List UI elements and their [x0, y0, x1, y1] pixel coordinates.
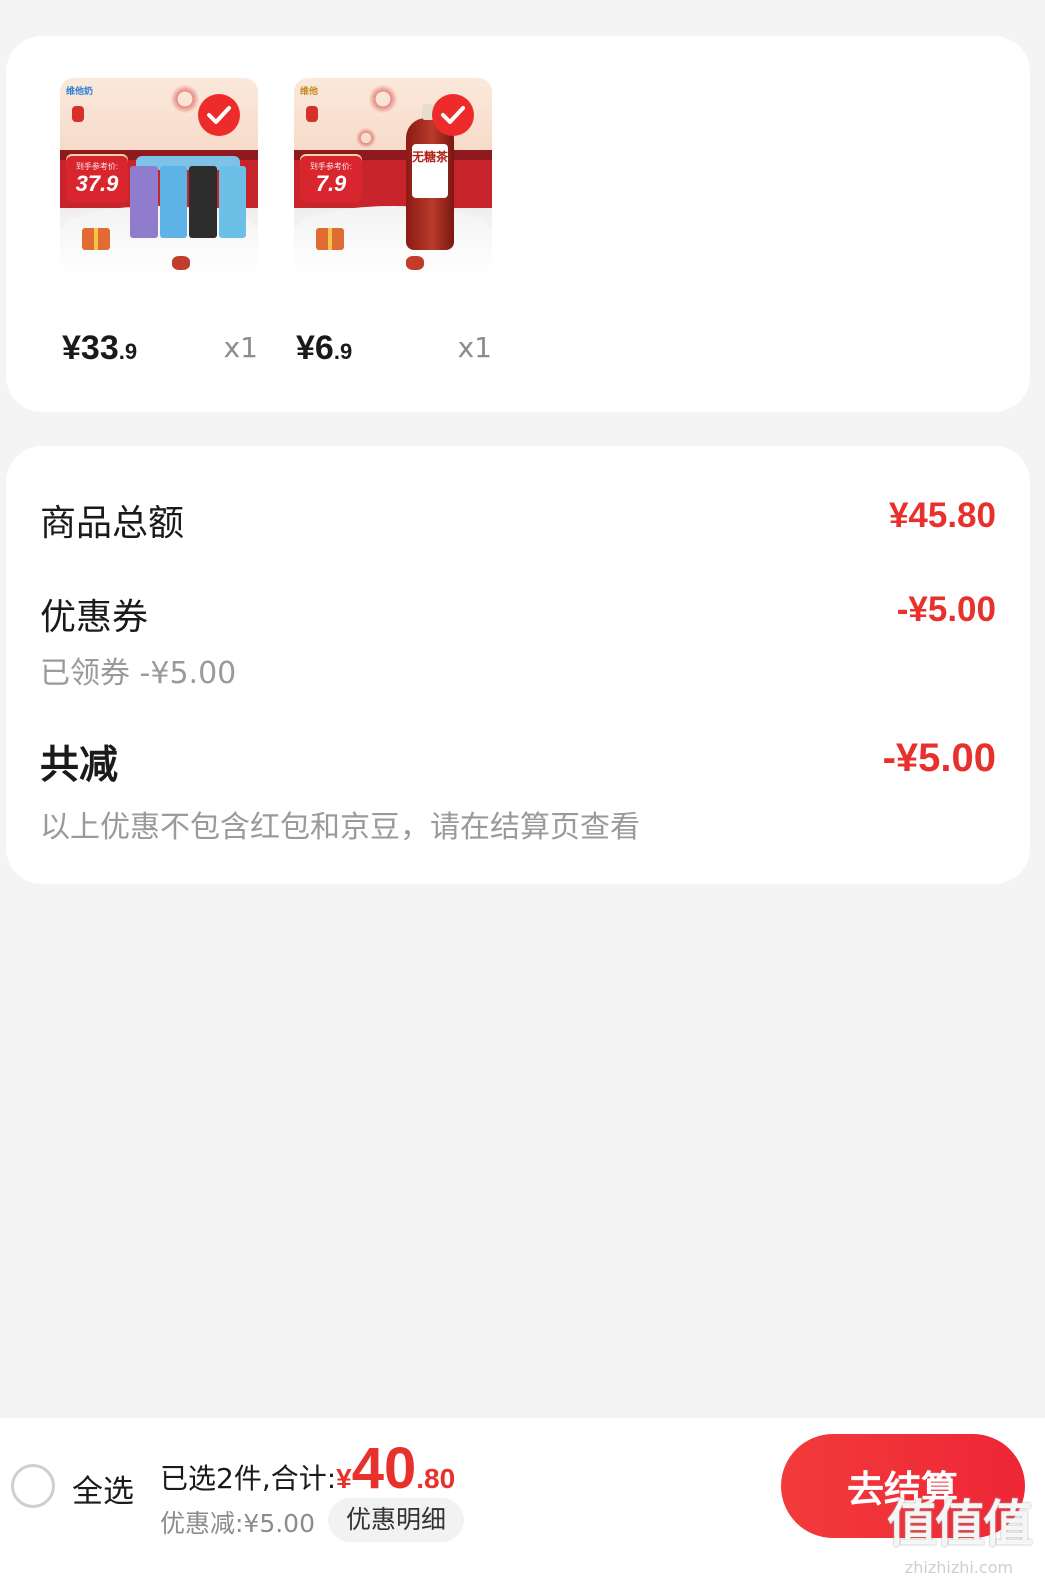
milk-box	[159, 166, 187, 238]
firework-icon	[354, 126, 378, 150]
watermark-logo: 值值值	[887, 1495, 1033, 1553]
price-symbol: ¥	[296, 329, 315, 367]
reference-price-tag: 到手参考价: 37.9	[66, 154, 128, 202]
coupon-label: 优惠券	[40, 597, 149, 638]
total-currency: ¥	[336, 1463, 352, 1494]
site-watermark: 值值值 zhizhizhi.com	[884, 1484, 1034, 1580]
brand-mark: 维他	[300, 86, 319, 96]
reference-price-caption: 到手参考价:	[75, 161, 119, 171]
discount-amount: 优惠减:¥5.00	[160, 1509, 315, 1538]
price-integer: 33	[80, 329, 119, 367]
total-integer: 40	[351, 1436, 417, 1501]
checkmark-icon[interactable]	[198, 94, 240, 136]
select-all-label[interactable]: 全选	[72, 1466, 134, 1511]
reference-price-value: 37.9	[75, 170, 119, 196]
price-decimal: .9	[118, 339, 138, 364]
milk-box	[130, 166, 158, 238]
coin-icon	[172, 256, 190, 270]
discount-note: 以上优惠不包含红包和京豆，请在结算页查看	[40, 810, 640, 845]
reference-price-tag: 到手参考价: 7.9	[300, 154, 362, 202]
milk-box	[218, 166, 246, 238]
discount-detail-button[interactable]: 优惠明细	[328, 1498, 465, 1542]
goods-total-label: 商品总额	[40, 503, 185, 544]
product-image[interactable]: 维他奶 到手参考价: 37.9	[60, 78, 258, 276]
gift-icon	[316, 228, 344, 250]
checkmark-icon[interactable]	[432, 94, 474, 136]
select-all-radio[interactable]	[11, 1464, 55, 1508]
product-meta: ¥33.9 x1	[60, 328, 258, 368]
product-price: ¥6.9	[296, 328, 352, 372]
coupon-sub-text: 已领券 -¥5.00	[40, 656, 237, 691]
firework-icon	[168, 82, 202, 116]
selected-summary: 已选2件,合计: ¥ 40 .80	[160, 1440, 455, 1498]
lantern-icon	[306, 106, 318, 122]
tea-label: 无糖茶	[412, 144, 448, 198]
watermark-url: zhizhizhi.com	[904, 1558, 1014, 1577]
total-decimal: .80	[416, 1463, 456, 1494]
gift-icon	[82, 228, 110, 250]
milk-box-pack	[130, 166, 246, 238]
tea-bottle: 无糖茶	[406, 104, 454, 250]
lantern-icon	[72, 106, 84, 122]
brand-mark: 维他奶	[66, 86, 94, 96]
products-card: 维他奶 到手参考价: 37.9 ¥33.9 x1 维他 无糖茶 到手参考价: 7…	[6, 36, 1030, 412]
goods-total-value: ¥45.80	[888, 496, 996, 535]
reference-price-caption: 到手参考价:	[309, 161, 353, 171]
product-price: ¥33.9	[62, 328, 137, 372]
product-quantity[interactable]: x1	[458, 328, 492, 368]
total-reduce-value: -¥5.00	[882, 736, 996, 780]
price-decimal: .9	[333, 339, 353, 364]
coupon-value: -¥5.00	[896, 590, 996, 629]
coin-icon	[406, 256, 424, 270]
selected-count-text: 已选2件,合计:	[160, 1462, 337, 1495]
product-quantity[interactable]: x1	[224, 328, 258, 368]
price-symbol: ¥	[62, 329, 81, 367]
firework-icon	[366, 82, 400, 116]
product-item[interactable]: 维他 无糖茶 到手参考价: 7.9 ¥6.9 x1	[294, 78, 492, 368]
total-reduce-label: 共减	[40, 743, 119, 788]
milk-box	[189, 166, 217, 238]
product-image[interactable]: 维他 无糖茶 到手参考价: 7.9	[294, 78, 492, 276]
product-item[interactable]: 维他奶 到手参考价: 37.9 ¥33.9 x1	[60, 78, 258, 368]
price-integer: 6	[314, 329, 334, 367]
price-summary-card: 商品总额 ¥45.80 优惠券 -¥5.00 已领券 -¥5.00 共减 -¥5…	[6, 446, 1030, 884]
product-meta: ¥6.9 x1	[294, 328, 492, 368]
reference-price-value: 7.9	[315, 170, 347, 196]
